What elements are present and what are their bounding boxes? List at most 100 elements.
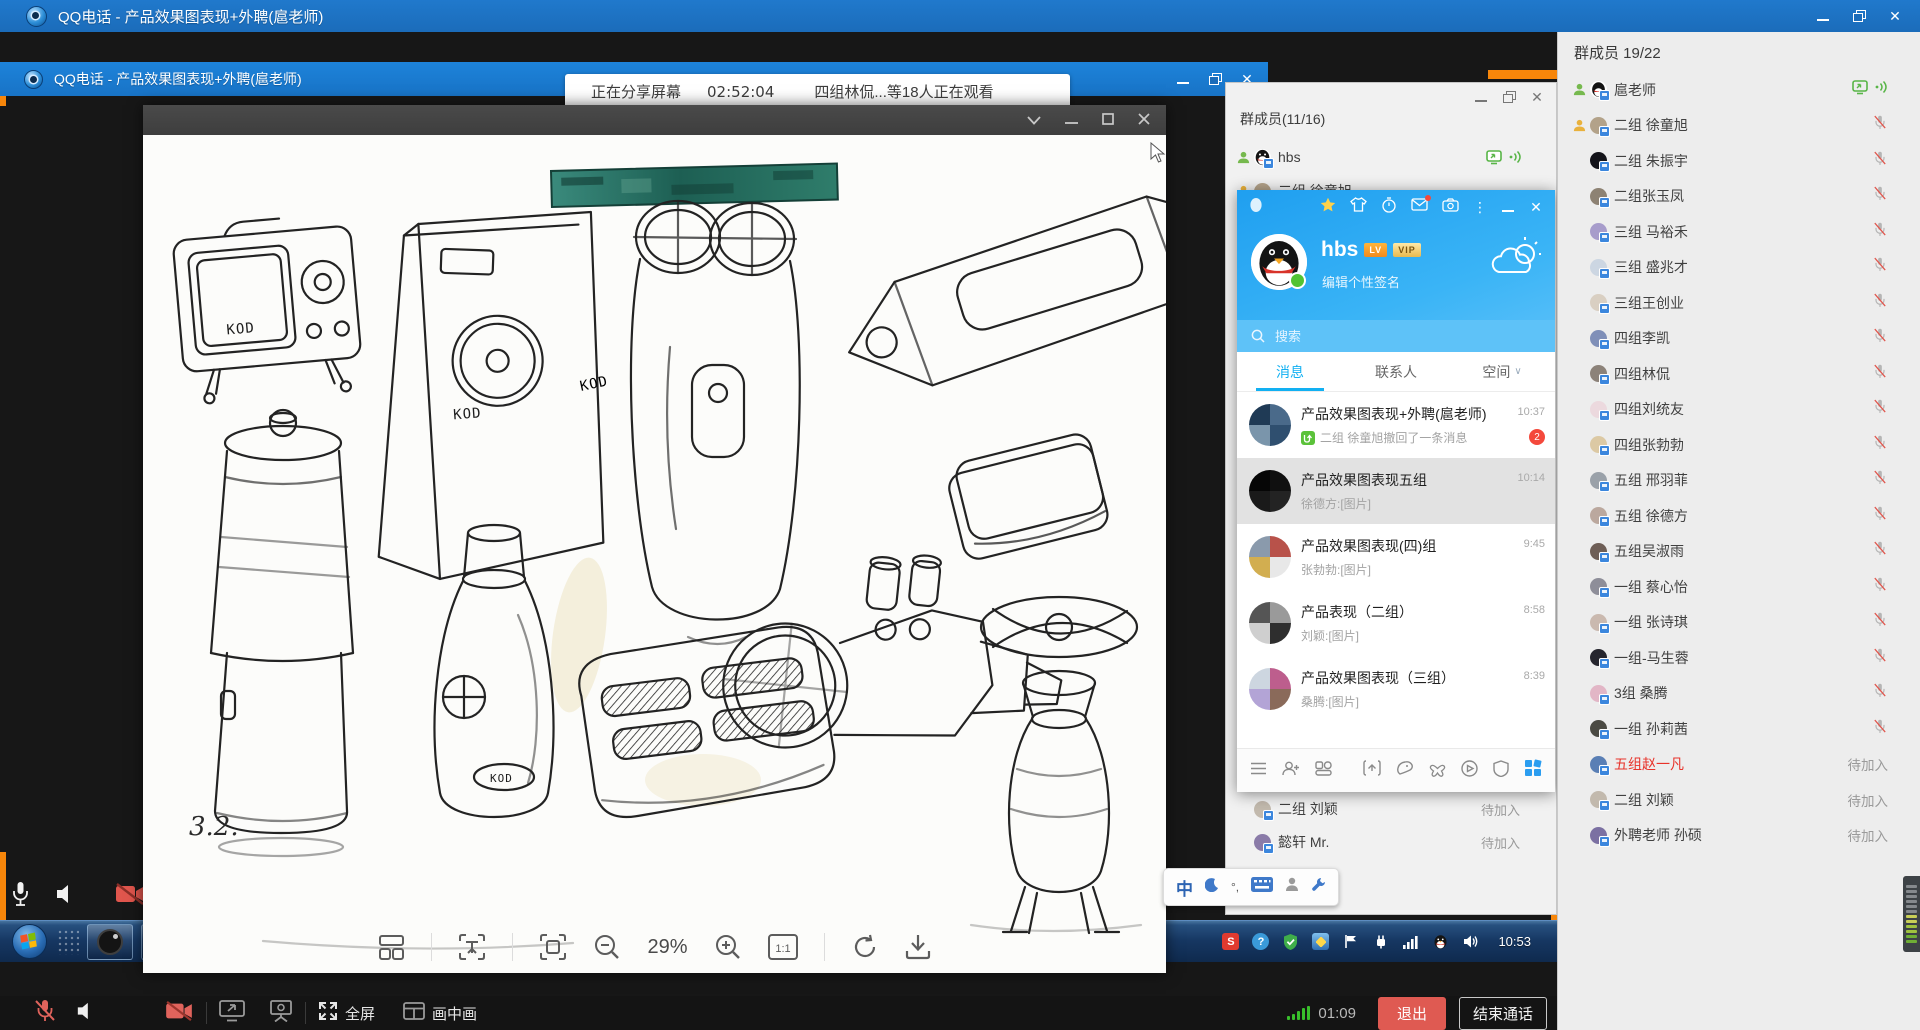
end-call-button[interactable]: 结束通话 (1459, 997, 1547, 1030)
flag-tray-icon[interactable] (1342, 933, 1359, 950)
member-row[interactable]: 三组 马裕禾 (1564, 214, 1914, 250)
quick-launch-area[interactable] (57, 929, 79, 955)
qq-penguin-tray-icon[interactable] (1432, 933, 1449, 950)
add-friend-icon[interactable] (1282, 761, 1300, 781)
chevron-down-icon[interactable] (1027, 113, 1041, 127)
member-row[interactable]: 二组张玉凤 (1564, 179, 1914, 215)
camera-off-icon[interactable] (164, 1000, 194, 1027)
tab-messages[interactable]: 消息 (1237, 352, 1343, 391)
message-item[interactable]: 产品表现（二组）8:58刘颖:[图片] (1237, 590, 1555, 656)
apps-grid-icon[interactable] (1524, 759, 1542, 782)
member-row[interactable]: 二组 徐童旭 (1564, 108, 1914, 144)
mini-window-icon[interactable] (1363, 760, 1381, 781)
speaker-icon[interactable] (55, 883, 77, 910)
minimize-icon[interactable] (1176, 73, 1190, 85)
rotate-icon[interactable] (851, 933, 879, 961)
download-icon[interactable] (905, 933, 931, 961)
close-icon[interactable] (1888, 10, 1902, 22)
mic-muted-icon[interactable] (34, 999, 56, 1028)
close-icon[interactable] (1529, 201, 1543, 213)
power-plug-tray-icon[interactable] (1372, 933, 1389, 950)
message-item[interactable]: 产品效果图表现（三组）8:39桑腾:[图片] (1237, 656, 1555, 722)
fullscreen-label[interactable]: 全屏 (345, 1003, 375, 1024)
member-row[interactable]: 一组 蔡心怡 (1564, 569, 1914, 605)
minimize-icon[interactable] (1816, 10, 1830, 22)
pip-label[interactable]: 画中画 (432, 1003, 477, 1024)
weather-icon[interactable] (1489, 236, 1541, 285)
actual-size-icon[interactable]: 1:1 (768, 934, 798, 960)
member-row[interactable]: hbs (1236, 141, 1536, 173)
ime-user-icon[interactable] (1285, 877, 1299, 897)
share-screen-icon[interactable] (219, 1000, 245, 1027)
member-row[interactable]: 二组 刘颖 待加入 (1236, 793, 1536, 825)
star-icon[interactable] (1320, 197, 1336, 218)
speaker-icon[interactable] (76, 1001, 96, 1026)
fullscreen-icon[interactable] (318, 1001, 338, 1026)
pip-icon[interactable] (403, 1002, 425, 1025)
ocr-extract-icon[interactable] (458, 933, 486, 961)
member-row[interactable]: 五组赵一凡待加入 (1564, 747, 1914, 783)
member-row[interactable]: 五组吴淑雨 (1564, 534, 1914, 570)
maximize-icon[interactable] (1102, 113, 1114, 127)
member-row[interactable]: 三组 盛兆才 (1564, 250, 1914, 286)
member-row[interactable]: 外聘老师 孙硕待加入 (1564, 818, 1914, 854)
signature-link[interactable]: 编辑个性签名 (1322, 272, 1400, 291)
ime-wrench-icon[interactable] (1311, 877, 1326, 897)
minimize-icon[interactable] (1474, 91, 1488, 103)
main-menu-icon[interactable] (1250, 762, 1267, 780)
shield-tray-icon[interactable] (1282, 933, 1299, 950)
game-center-icon[interactable] (1429, 760, 1446, 782)
member-row[interactable]: 二组 刘颖待加入 (1564, 782, 1914, 818)
security-icon[interactable] (1493, 760, 1509, 782)
whiteboard-icon[interactable] (269, 999, 293, 1027)
member-row[interactable]: 3组 桑腾 (1564, 676, 1914, 712)
search-bar[interactable] (1237, 320, 1555, 352)
member-row[interactable]: 一组 张诗琪 (1564, 605, 1914, 641)
help-tray-icon[interactable]: ? (1252, 933, 1269, 950)
more-menu-icon[interactable]: ⋮ (1473, 202, 1487, 212)
user-avatar[interactable] (1251, 234, 1307, 290)
message-item[interactable]: 产品效果图表现(四)组9:45张勃勃:[图片] (1237, 524, 1555, 590)
member-row[interactable]: 懿轩 Mr. 待加入 (1236, 826, 1536, 858)
message-item[interactable]: 产品效果图表现+外聘(扈老师)10:37二组 徐童旭撤回了一条消息2 (1237, 392, 1555, 458)
message-item[interactable]: 产品效果图表现五组10:14徐德方:[图片] (1237, 458, 1555, 524)
video-icon[interactable] (1461, 760, 1478, 782)
search-input[interactable] (1273, 328, 1477, 345)
start-button[interactable] (12, 924, 47, 959)
zoom-out-icon[interactable] (593, 933, 621, 961)
qq-show-icon[interactable] (1396, 760, 1414, 781)
restore-icon[interactable] (1502, 91, 1516, 103)
member-row[interactable]: 扈老师 (1564, 72, 1914, 108)
member-row[interactable]: 三组王创业 (1564, 285, 1914, 321)
timer-icon[interactable] (1381, 197, 1397, 218)
taskbar-clock[interactable]: 10:53 (1498, 934, 1531, 949)
network-signal-tray-icon[interactable] (1402, 933, 1419, 950)
tab-qzone[interactable]: 空间∨ (1449, 352, 1555, 391)
restore-icon[interactable] (1208, 73, 1222, 85)
close-icon[interactable] (1138, 113, 1150, 127)
fit-screen-icon[interactable] (539, 933, 567, 961)
close-icon[interactable] (1530, 91, 1544, 103)
sogou-tray-icon[interactable]: S (1222, 933, 1239, 950)
ime-punctuation-icon[interactable]: °, (1231, 880, 1239, 894)
member-row[interactable]: 二组 朱振宇 (1564, 143, 1914, 179)
app-tray-icon[interactable] (1312, 933, 1329, 950)
ime-halfmoon-icon[interactable] (1205, 878, 1219, 897)
member-row[interactable]: 一组-马生蓉 (1564, 640, 1914, 676)
member-row[interactable]: 四组张勃勃 (1564, 427, 1914, 463)
zoom-in-icon[interactable] (714, 933, 742, 961)
volume-tray-icon[interactable] (1462, 933, 1479, 950)
camera-off-icon[interactable] (115, 882, 145, 911)
restore-icon[interactable] (1852, 10, 1866, 22)
member-row[interactable]: 一组 孙莉茜 (1564, 711, 1914, 747)
mail-icon[interactable] (1411, 198, 1428, 216)
member-row[interactable]: 四组林侃 (1564, 356, 1914, 392)
folder-icon[interactable] (1315, 761, 1332, 781)
exit-button[interactable]: 退出 (1378, 997, 1446, 1030)
dress-up-icon[interactable] (1350, 197, 1367, 217)
ime-keyboard-icon[interactable] (1251, 877, 1273, 897)
minimize-icon[interactable] (1501, 201, 1515, 213)
layout-icon[interactable] (378, 934, 405, 961)
ime-chinese-mode-icon[interactable]: 中 (1176, 875, 1193, 900)
camera-icon[interactable] (1442, 198, 1459, 217)
